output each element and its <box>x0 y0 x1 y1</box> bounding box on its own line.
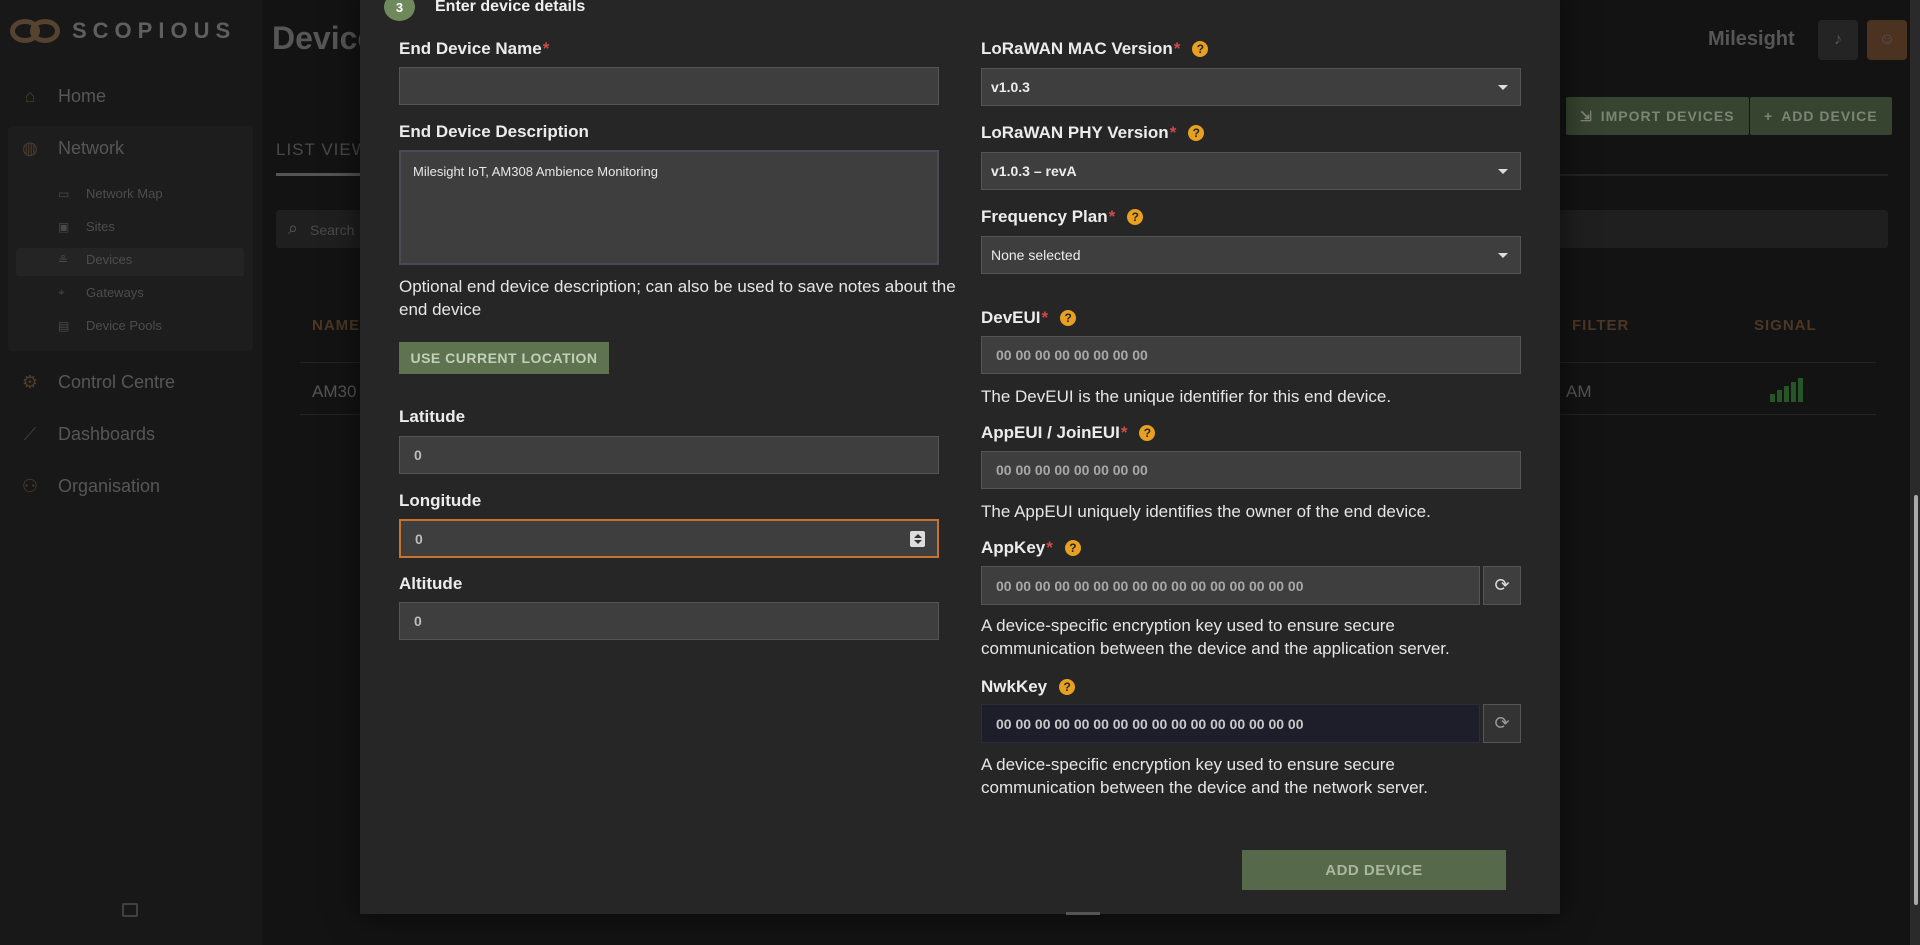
longitude-value: 0 <box>415 530 423 547</box>
step-header: 3 Enter device details <box>384 0 585 21</box>
appkey-input[interactable]: 00 00 00 00 00 00 00 00 00 00 00 00 00 0… <box>981 566 1480 605</box>
refresh-icon: ⟳ <box>1494 575 1510 595</box>
altitude-input[interactable]: 0 <box>399 602 939 640</box>
selected-value: v1.0.3 – revA <box>991 163 1077 179</box>
mac-version-select[interactable]: v1.0.3 <box>981 68 1521 106</box>
required-mark: * <box>542 39 550 58</box>
end-device-description-label: End Device Description <box>399 122 589 141</box>
altitude-label: Altitude <box>399 574 463 593</box>
step-title: Enter device details <box>435 0 586 15</box>
deveui-hint: The DevEUI is the unique identifier for … <box>981 387 1392 406</box>
chevron-down-icon <box>1498 85 1508 90</box>
modal-bottom-handle <box>1066 912 1100 915</box>
label-text: LoRaWAN PHY Version <box>981 123 1169 142</box>
label-text: AppEUI / JoinEUI <box>981 423 1120 442</box>
selected-value: v1.0.3 <box>991 79 1030 95</box>
appeui-label: AppEUI / JoinEUI * ? <box>981 423 1156 443</box>
step-number: 3 <box>384 0 415 21</box>
scrollbar-thumb[interactable] <box>1914 495 1918 905</box>
end-device-name-label: End Device Name * <box>399 39 549 59</box>
appkey-generate-button[interactable]: ⟳ <box>1483 566 1521 605</box>
phy-version-label: LoRaWAN PHY Version * ? <box>981 123 1205 143</box>
add-device-submit-button[interactable]: ADD DEVICE <box>1242 850 1506 890</box>
longitude-label: Longitude <box>399 491 482 510</box>
required-mark: * <box>1169 123 1177 142</box>
latitude-label: Latitude <box>399 407 466 426</box>
deveui-label: DevEUI * ? <box>981 308 1077 328</box>
nwkkey-input[interactable]: 00 00 00 00 00 00 00 00 00 00 00 00 00 0… <box>981 704 1480 743</box>
selected-value: None selected <box>991 247 1081 263</box>
label-text: LoRaWAN MAC Version <box>981 39 1173 58</box>
label-text: AppKey <box>981 538 1046 557</box>
label-text: End Device Name <box>399 39 542 58</box>
chevron-down-icon <box>1498 253 1508 258</box>
required-mark: * <box>1108 207 1116 226</box>
appeui-input[interactable]: 00 00 00 00 00 00 00 00 <box>981 451 1521 489</box>
phy-version-select[interactable]: v1.0.3 – revA <box>981 152 1521 190</box>
help-icon[interactable]: ? <box>1139 425 1156 441</box>
label-text: NwkKey <box>981 677 1048 696</box>
required-mark: * <box>1120 423 1128 442</box>
refresh-icon: ⟳ <box>1494 713 1510 733</box>
use-current-location-button[interactable]: USE CURRENT LOCATION <box>399 342 609 374</box>
required-mark: * <box>1046 538 1053 557</box>
required-mark: * <box>1173 39 1181 58</box>
end-device-description-textarea[interactable]: Milesight IoT, AM308 Ambience Monitoring <box>399 150 939 265</box>
mac-version-label: LoRaWAN MAC Version * ? <box>981 39 1209 59</box>
help-icon[interactable]: ? <box>1127 209 1144 225</box>
appkey-hint: A device-specific encryption key used to… <box>981 616 1450 658</box>
label-text: DevEUI <box>981 308 1041 327</box>
help-icon[interactable]: ? <box>1188 125 1205 141</box>
deveui-input[interactable]: 00 00 00 00 00 00 00 00 <box>981 336 1521 374</box>
frequency-plan-select[interactable]: None selected <box>981 236 1521 274</box>
appkey-label: AppKey * ? <box>981 538 1081 558</box>
nwkkey-generate-button[interactable]: ⟳ <box>1483 704 1521 743</box>
help-icon[interactable]: ? <box>1192 41 1209 57</box>
number-stepper-icon[interactable] <box>910 531 925 547</box>
end-device-name-input[interactable] <box>399 67 939 105</box>
appeui-hint: The AppEUI uniquely identifies the owner… <box>981 502 1431 521</box>
description-hint: Optional end device description; can als… <box>399 277 956 319</box>
longitude-input[interactable]: 0 <box>399 519 939 558</box>
help-icon[interactable]: ? <box>1064 540 1081 556</box>
help-icon[interactable]: ? <box>1060 310 1077 326</box>
latitude-input[interactable]: 0 <box>399 436 939 474</box>
frequency-plan-label: Frequency Plan * ? <box>981 207 1144 227</box>
chevron-down-icon <box>1498 169 1508 174</box>
nwkkey-label: NwkKey ? <box>981 677 1076 697</box>
help-icon[interactable]: ? <box>1059 679 1076 695</box>
required-mark: * <box>1041 308 1049 327</box>
label-text: Frequency Plan <box>981 207 1108 226</box>
nwkkey-hint: A device-specific encryption key used to… <box>981 755 1428 797</box>
